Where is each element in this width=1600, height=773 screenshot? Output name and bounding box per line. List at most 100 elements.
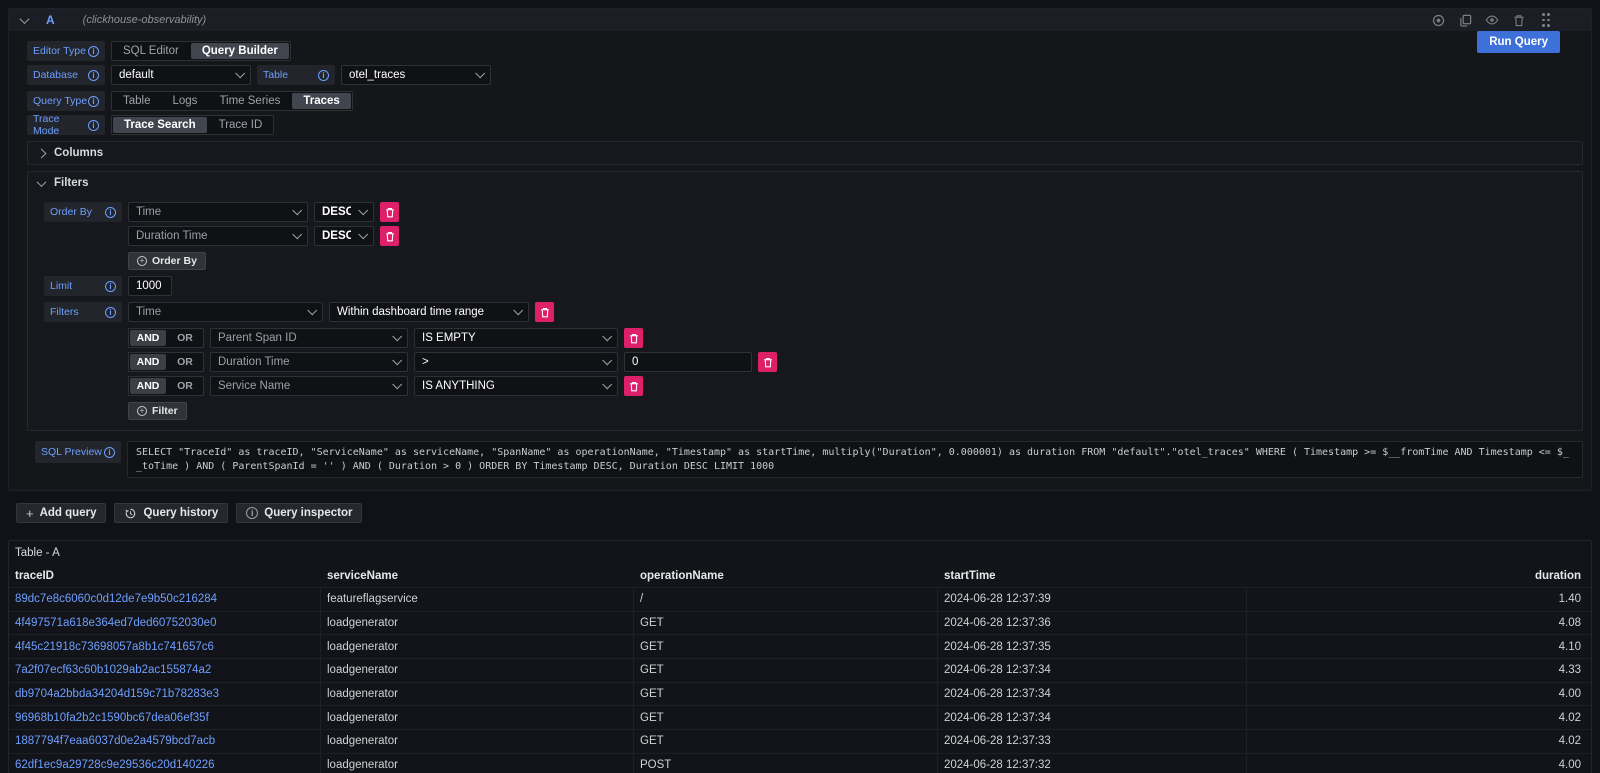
columns-section-header[interactable]: Columns	[28, 142, 1582, 164]
table-select[interactable]: otel_traces	[341, 65, 491, 85]
query-type-time-series[interactable]: Time Series	[208, 93, 291, 109]
query-type-logs[interactable]: Logs	[162, 93, 209, 109]
info-icon: i	[88, 96, 99, 107]
filter-time-field-select[interactable]: Time	[128, 302, 323, 322]
table-cell: GET	[634, 635, 938, 658]
trace-id-link[interactable]: 96968b10fa2b2c1590bc67dea06ef35f	[9, 706, 321, 729]
filters-section-header[interactable]: Filters	[28, 172, 1582, 194]
trace-id-link[interactable]: 4f497571a618e364ed7ded60752030e0	[9, 612, 321, 635]
table-cell: GET	[634, 612, 938, 635]
filter-value-input[interactable]: 0	[624, 352, 752, 372]
columns-section-title: Columns	[54, 147, 103, 159]
database-select[interactable]: default	[111, 65, 251, 85]
editor-type-query-builder[interactable]: Query Builder	[191, 43, 289, 59]
remove-filter-button[interactable]	[624, 376, 643, 396]
filter-field-select[interactable]: Service Name	[210, 376, 408, 396]
trace-id-link[interactable]: 7a2f07ecf63c60b1029ab2ac155874a2	[9, 659, 321, 682]
trace-id-link[interactable]: db9704a2bbda34204d159c71b78283e3	[9, 683, 321, 706]
remove-query-trash-icon[interactable]	[1512, 13, 1526, 27]
filter-operator-select[interactable]: >	[414, 352, 618, 372]
add-order-by-button[interactable]: + Order By	[128, 252, 206, 270]
join-or[interactable]: OR	[167, 353, 203, 371]
table-cell: 4.08	[1247, 612, 1591, 635]
table-cell: 4.33	[1247, 659, 1591, 682]
table-panel: Table - A traceID serviceName operationN…	[8, 540, 1592, 773]
join-operator-group: AND OR	[128, 376, 204, 396]
table-cell: 4.00	[1247, 754, 1591, 773]
join-and[interactable]: AND	[130, 378, 166, 394]
join-or[interactable]: OR	[167, 377, 203, 395]
trace-mode-trace-id[interactable]: Trace ID	[208, 117, 274, 133]
chevron-right-icon	[37, 148, 47, 158]
record-circle-icon[interactable]	[1431, 13, 1445, 27]
column-header-operationname[interactable]: operationName	[634, 570, 938, 582]
query-row-header[interactable]: A (clickhouse-observability)	[9, 9, 1591, 31]
filter-time-range-select[interactable]: Within dashboard time range	[329, 302, 529, 322]
info-icon: i	[318, 70, 329, 81]
hide-response-eye-icon[interactable]	[1485, 13, 1499, 27]
column-header-traceid[interactable]: traceID	[9, 570, 321, 582]
limit-input[interactable]: 1000	[128, 276, 172, 296]
filter-operator-select[interactable]: IS ANYTHING	[414, 376, 618, 396]
info-icon: i	[88, 46, 99, 57]
trace-id-link[interactable]: 4f45c21918c73698057a8b1c741657c6	[9, 635, 321, 658]
add-query-button[interactable]: + Add query	[16, 503, 106, 523]
table-header-row: traceID serviceName operationName startT…	[9, 565, 1591, 587]
order-by-field-select[interactable]: Duration Time	[128, 226, 308, 246]
filter-operator-select[interactable]: IS EMPTY	[414, 328, 618, 348]
filter-field-select[interactable]: Duration Time	[210, 352, 408, 372]
column-header-starttime[interactable]: startTime	[938, 570, 1247, 582]
table-row: 62df1ec9a29728c9e29536c20d140226loadgene…	[9, 753, 1591, 773]
info-icon: i	[88, 120, 99, 131]
table-cell: loadgenerator	[321, 683, 634, 706]
column-header-servicename[interactable]: serviceName	[321, 570, 634, 582]
table-cell: loadgenerator	[321, 659, 634, 682]
trace-id-link[interactable]: 89dc7e8c6060c0d12de7e9b50c216284	[9, 588, 321, 611]
table-cell: 4.02	[1247, 706, 1591, 729]
info-icon: i	[104, 447, 115, 458]
table-row: 1887794f7eaa6037d0e2a4579bcd7acbloadgene…	[9, 729, 1591, 753]
filters-label: Filtersi	[44, 302, 122, 322]
order-by-field-select[interactable]: Time	[128, 202, 308, 222]
remove-order-by-button[interactable]	[380, 226, 399, 246]
sql-preview-text: SELECT "TraceId" as traceID, "ServiceNam…	[127, 441, 1583, 478]
trace-mode-group: Trace Search Trace ID	[111, 115, 274, 135]
run-query-button[interactable]: Run Query	[1477, 31, 1560, 53]
table-cell: GET	[634, 706, 938, 729]
remove-order-by-button[interactable]	[380, 202, 399, 222]
table-cell: GET	[634, 659, 938, 682]
order-by-direction-select[interactable]: DESC	[314, 202, 374, 222]
filter-field-select[interactable]: Parent Span ID	[210, 328, 408, 348]
join-or[interactable]: OR	[167, 329, 203, 347]
table-row: 89dc7e8c6060c0d12de7e9b50c216284featuref…	[9, 587, 1591, 611]
query-type-traces[interactable]: Traces	[292, 93, 350, 109]
drag-handle-icon[interactable]	[1539, 13, 1553, 27]
order-by-direction-select[interactable]: DESC	[314, 226, 374, 246]
join-and[interactable]: AND	[130, 354, 166, 370]
info-icon: i	[105, 207, 116, 218]
query-row-panel: A (clickhouse-observability) Run Query	[8, 8, 1592, 491]
query-type-label: Query Typei	[27, 91, 105, 111]
remove-filter-button[interactable]	[624, 328, 643, 348]
trace-id-link[interactable]: 62df1ec9a29728c9e29536c20d140226	[9, 754, 321, 773]
table-cell: 2024-06-28 12:37:34	[938, 659, 1247, 682]
remove-filter-button[interactable]	[535, 302, 554, 322]
filters-section-title: Filters	[54, 177, 89, 189]
editor-type-sql-editor[interactable]: SQL Editor	[112, 43, 190, 59]
remove-filter-button[interactable]	[758, 352, 777, 372]
join-operator-group: AND OR	[128, 352, 204, 372]
query-history-button[interactable]: Query history	[114, 503, 228, 523]
collapse-chevron-icon[interactable]	[20, 14, 30, 24]
query-type-table[interactable]: Table	[112, 93, 162, 109]
join-and[interactable]: AND	[130, 330, 166, 346]
column-header-duration[interactable]: duration	[1247, 570, 1591, 582]
query-inspector-button[interactable]: i Query inspector	[236, 503, 362, 523]
trace-id-link[interactable]: 1887794f7eaa6037d0e2a4579bcd7acb	[9, 730, 321, 753]
query-row-actions	[1431, 13, 1553, 27]
duplicate-query-icon[interactable]	[1458, 13, 1472, 27]
trace-mode-trace-search[interactable]: Trace Search	[113, 117, 207, 133]
plus-icon: +	[26, 506, 34, 521]
datasource-name: (clickhouse-observability)	[83, 14, 207, 26]
info-icon: i	[105, 281, 116, 292]
add-filter-button[interactable]: + Filter	[128, 402, 187, 420]
